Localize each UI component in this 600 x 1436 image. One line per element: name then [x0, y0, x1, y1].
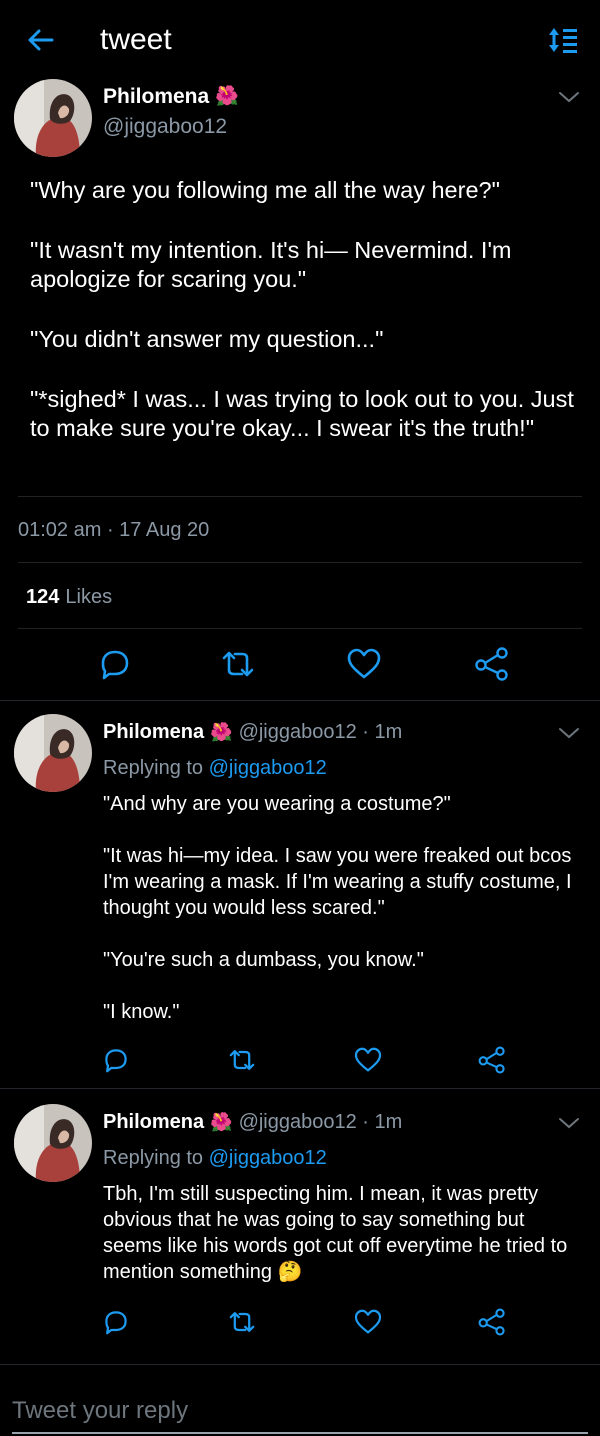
tweet-timestamp[interactable]: 01:02 am · 17 Aug 20: [18, 517, 209, 543]
reply-icon[interactable]: [100, 1044, 132, 1076]
retweet-icon[interactable]: [226, 1044, 258, 1076]
reply-header[interactable]: Philomena 🌺 @jiggaboo12 · 1m: [103, 719, 402, 745]
reply-actions: [0, 1306, 600, 1346]
avatar[interactable]: [14, 79, 92, 157]
reply-paragraph: "It was hi—my idea. I saw you were freak…: [103, 845, 572, 919]
heart-icon[interactable]: [344, 644, 384, 684]
reply-icon[interactable]: [95, 644, 135, 684]
avatar[interactable]: [14, 1104, 92, 1182]
top-bar: tweet: [0, 0, 600, 80]
divider: [18, 496, 582, 497]
reply-paragraph: "I know.": [103, 1001, 180, 1023]
replying-to-label: Replying to: [103, 757, 204, 779]
replying-to: Replying to @jiggaboo12: [103, 755, 327, 781]
reply-paragraph: Tbh, I'm still suspecting him. I mean, i…: [103, 1181, 583, 1285]
author-name-text: Philomena: [103, 85, 210, 108]
author-name-text: Philomena: [103, 721, 205, 743]
retweet-icon[interactable]: [226, 1306, 258, 1338]
reply-meta: @jiggaboo12 · 1m: [238, 721, 403, 743]
share-icon[interactable]: [476, 1306, 508, 1338]
tweet-paragraph: "*sighed* I was... I was trying to look …: [30, 386, 574, 441]
divider: [18, 628, 582, 629]
heart-icon[interactable]: [352, 1044, 384, 1076]
author-name-text: Philomena: [103, 1111, 205, 1133]
tweet-paragraph: "It wasn't my intention. It's hi— Neverm…: [30, 237, 512, 292]
share-icon[interactable]: [476, 1044, 508, 1076]
chevron-down-icon[interactable]: [556, 89, 582, 105]
arrow-left-icon[interactable]: [22, 22, 58, 58]
heart-icon[interactable]: [352, 1306, 384, 1338]
replying-to-label: Replying to: [103, 1147, 204, 1169]
share-icon[interactable]: [472, 644, 512, 684]
replying-to: Replying to @jiggaboo12: [103, 1145, 327, 1171]
reply-actions: [0, 1044, 600, 1084]
reply-text: "And why are you wearing a costume?" "It…: [103, 791, 583, 1051]
divider: [0, 1088, 600, 1089]
reply-header[interactable]: Philomena 🌺 @jiggaboo12 · 1m: [103, 1109, 402, 1135]
divider: [18, 562, 582, 563]
reply-input-underline: [12, 1432, 588, 1434]
divider: [0, 1364, 600, 1365]
tweet-paragraph: "You didn't answer my question...": [30, 326, 384, 352]
avatar[interactable]: [14, 714, 92, 792]
hibiscus-emoji-icon: 🌺: [210, 722, 233, 742]
replying-to-handle[interactable]: @jiggaboo12: [209, 757, 327, 779]
author-name[interactable]: Philomena 🌺: [103, 84, 239, 110]
tweet-actions: [0, 644, 600, 684]
tweet-paragraph: "Why are you following me all the way he…: [30, 177, 500, 203]
sort-arrows-icon[interactable]: [546, 24, 580, 56]
thinking-face-emoji-icon: 🤔: [277, 1261, 303, 1283]
tweet-text: "Why are you following me all the way he…: [30, 176, 578, 474]
retweet-icon[interactable]: [218, 644, 258, 684]
reply-paragraph: "And why are you wearing a costume?": [103, 793, 451, 815]
hibiscus-emoji-icon: 🌺: [210, 1112, 233, 1132]
reply-paragraph: "You're such a dumbass, you know.": [103, 949, 424, 971]
author-handle[interactable]: @jiggaboo12: [103, 114, 227, 140]
divider: [0, 700, 600, 701]
page-title: tweet: [100, 23, 172, 56]
chevron-down-icon[interactable]: [556, 1115, 582, 1131]
hibiscus-emoji-icon: 🌺: [215, 86, 239, 107]
reply-paragraph-text: Tbh, I'm still suspecting him. I mean, i…: [103, 1183, 568, 1283]
replying-to-handle[interactable]: @jiggaboo12: [209, 1147, 327, 1169]
reply-icon[interactable]: [100, 1306, 132, 1338]
likes-label: Likes: [65, 586, 113, 608]
reply-text: Tbh, I'm still suspecting him. I mean, i…: [103, 1181, 583, 1285]
chevron-down-icon[interactable]: [556, 725, 582, 741]
likes-count[interactable]: 124 Likes: [26, 584, 112, 610]
likes-number: 124: [26, 586, 60, 608]
reply-input[interactable]: Tweet your reply: [12, 1396, 188, 1426]
reply-meta: @jiggaboo12 · 1m: [238, 1111, 403, 1133]
